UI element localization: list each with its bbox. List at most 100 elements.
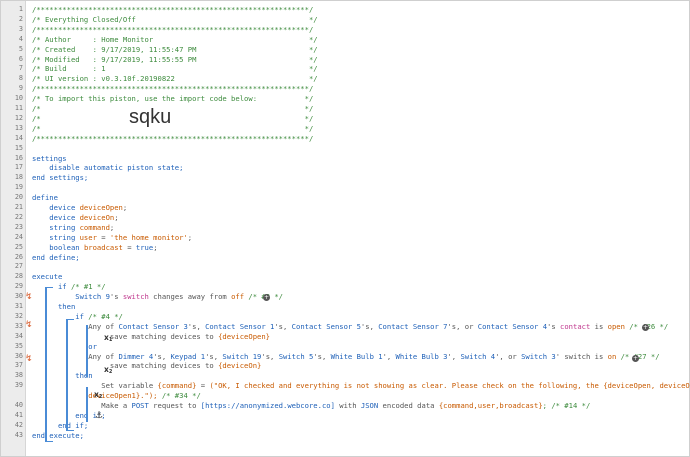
line-number: 3 bbox=[18, 24, 23, 33]
code-token: /***************************************… bbox=[32, 24, 314, 34]
line-number: 31 bbox=[14, 302, 23, 310]
line-number: 30 bbox=[14, 292, 23, 301]
line-number: 21 bbox=[14, 203, 23, 211]
code-token: /* #4 */ bbox=[88, 311, 123, 321]
code-line[interactable] bbox=[32, 183, 685, 192]
code-line[interactable]: deviceOpen1}."); /* #34 */ bbox=[32, 391, 685, 400]
line-number: 24 bbox=[14, 232, 23, 241]
line-number: 18 bbox=[14, 173, 23, 182]
code-token: ', bbox=[447, 351, 461, 361]
code-line[interactable]: /* UI version : v0.3.10f.20190822 */ bbox=[32, 74, 685, 83]
code-line[interactable]: string command; bbox=[32, 223, 685, 232]
code-token: ("OK, I checked and everything is not sh… bbox=[209, 381, 690, 391]
add-condition-button[interactable]: + bbox=[642, 324, 649, 331]
code-token: encoded data bbox=[378, 401, 439, 410]
trigger-icon: ↯ bbox=[25, 354, 33, 364]
code-line[interactable]: Set variable {command} = ("OK, I checked… bbox=[32, 381, 690, 391]
code-token: 's, bbox=[261, 351, 279, 361]
line-number: 25 bbox=[14, 242, 23, 251]
code-line[interactable]: device deviceOn; bbox=[32, 213, 685, 222]
line-number: 37 bbox=[14, 361, 23, 370]
code-token: ; bbox=[109, 222, 115, 232]
code-token: then bbox=[32, 371, 93, 381]
code-line[interactable]: /* Author : Home Monitor */ bbox=[32, 35, 685, 44]
code-line[interactable]: settings bbox=[32, 154, 685, 163]
code-line[interactable]: /***************************************… bbox=[32, 134, 685, 143]
code-line[interactable]: /* To import this piston, use the import… bbox=[32, 94, 685, 103]
code-token: /* To import this piston, use the import… bbox=[32, 94, 314, 104]
code-line[interactable]: disable automatic piston state; bbox=[32, 163, 685, 172]
import-code: sqku bbox=[129, 106, 172, 128]
code-line[interactable]: device deviceOpen; bbox=[32, 203, 685, 212]
code-token: White Bulb 1 bbox=[330, 351, 383, 361]
trigger-icon: ↯ bbox=[25, 320, 33, 330]
line-number: 22 bbox=[14, 212, 23, 221]
code-token: with bbox=[334, 401, 361, 410]
code-token: {command} bbox=[157, 381, 197, 391]
code-token: Switch 19 bbox=[222, 351, 262, 361]
code-line[interactable]: Any of Dimmer 4's, Keypad 1's, Switch 19… bbox=[32, 352, 685, 361]
code-token: string bbox=[32, 222, 80, 232]
code-line[interactable]: Switch 9's switch changes away from off … bbox=[32, 292, 685, 301]
code-line[interactable]: string user = 'the home monitor'; bbox=[32, 233, 685, 242]
add-condition-button[interactable]: + bbox=[632, 355, 639, 362]
code-line[interactable]: save matching devices to {deviceOpen} bbox=[32, 332, 685, 341]
code-token: 's, bbox=[153, 351, 171, 361]
code-line[interactable]: save matching devices to {deviceOn} bbox=[32, 361, 685, 370]
then-block-bar bbox=[86, 387, 88, 422]
add-condition-button[interactable]: + bbox=[263, 294, 270, 301]
code-line[interactable]: define bbox=[32, 193, 685, 202]
code-line[interactable]: /* Build : 1 */ bbox=[32, 64, 685, 73]
code-line[interactable]: end settings; bbox=[32, 173, 685, 182]
block-connector bbox=[66, 319, 74, 320]
code-line[interactable]: or bbox=[32, 342, 685, 351]
code-token: ; bbox=[114, 212, 119, 222]
code-token: Switch 4 bbox=[460, 351, 496, 361]
code-line[interactable]: /***************************************… bbox=[32, 5, 685, 14]
code-line[interactable]: then bbox=[32, 371, 685, 380]
code-line[interactable]: end execute; bbox=[32, 431, 685, 440]
code-token: switch bbox=[122, 292, 149, 302]
code-line[interactable] bbox=[32, 144, 685, 153]
code-token: /***************************************… bbox=[32, 133, 314, 143]
code-token: command bbox=[79, 222, 110, 232]
code-token: contact bbox=[560, 321, 591, 331]
code-line[interactable]: /***************************************… bbox=[32, 25, 685, 34]
code-token: 's, bbox=[205, 351, 223, 361]
code-line[interactable] bbox=[32, 262, 685, 271]
code-token: ', or bbox=[495, 351, 522, 361]
code-token: = bbox=[122, 242, 136, 252]
code-line[interactable]: execute bbox=[32, 272, 685, 281]
code-line[interactable]: if /* #1 */ bbox=[32, 282, 685, 291]
code-line[interactable]: Any of Contact Sensor 3's, Contact Senso… bbox=[32, 322, 685, 331]
code-token: ', bbox=[382, 351, 396, 361]
code-token: 's, bbox=[313, 351, 331, 361]
line-number: 23 bbox=[14, 222, 23, 231]
code-token: boolean bbox=[32, 242, 84, 252]
line-number: 4 bbox=[18, 34, 23, 43]
code-line[interactable]: if /* #4 */ bbox=[32, 312, 685, 321]
line-number: 42 bbox=[14, 420, 23, 429]
code-token: ; /* #14 */ bbox=[542, 401, 591, 410]
code-line[interactable]: end if; bbox=[32, 421, 685, 430]
line-number: 11 bbox=[14, 104, 23, 112]
code-token: Set variable bbox=[32, 381, 158, 391]
code-token: true bbox=[135, 242, 154, 252]
code-token: /* Modified : 9/17/2019, 11:55:55 PM */ bbox=[32, 54, 318, 64]
code-line[interactable]: /* Everything Closed/Off */ bbox=[32, 15, 685, 24]
code-line[interactable]: boolean broadcast = true; bbox=[32, 243, 685, 252]
code-token: string bbox=[32, 232, 80, 242]
code-line[interactable]: end if; bbox=[32, 411, 685, 420]
code-line[interactable]: end define; bbox=[32, 253, 685, 262]
code-token: Keypad 1 bbox=[170, 351, 206, 361]
code-line[interactable]: /***************************************… bbox=[32, 84, 685, 93]
code-line[interactable]: then bbox=[32, 302, 685, 311]
line-number: 40 bbox=[14, 401, 23, 409]
line-number: 26 bbox=[14, 252, 23, 261]
code-line[interactable]: /* Created : 9/17/2019, 11:55:47 PM */ bbox=[32, 45, 685, 54]
code-token: /* Created : 9/17/2019, 11:55:47 PM */ bbox=[32, 44, 318, 54]
code-line[interactable]: /* Modified : 9/17/2019, 11:55:55 PM */ bbox=[32, 55, 685, 64]
code-token: Contact Sensor 4 bbox=[477, 321, 548, 331]
code-line[interactable]: Make a POST request to [https://anonymiz… bbox=[32, 401, 685, 410]
line-number: 19 bbox=[14, 183, 23, 192]
